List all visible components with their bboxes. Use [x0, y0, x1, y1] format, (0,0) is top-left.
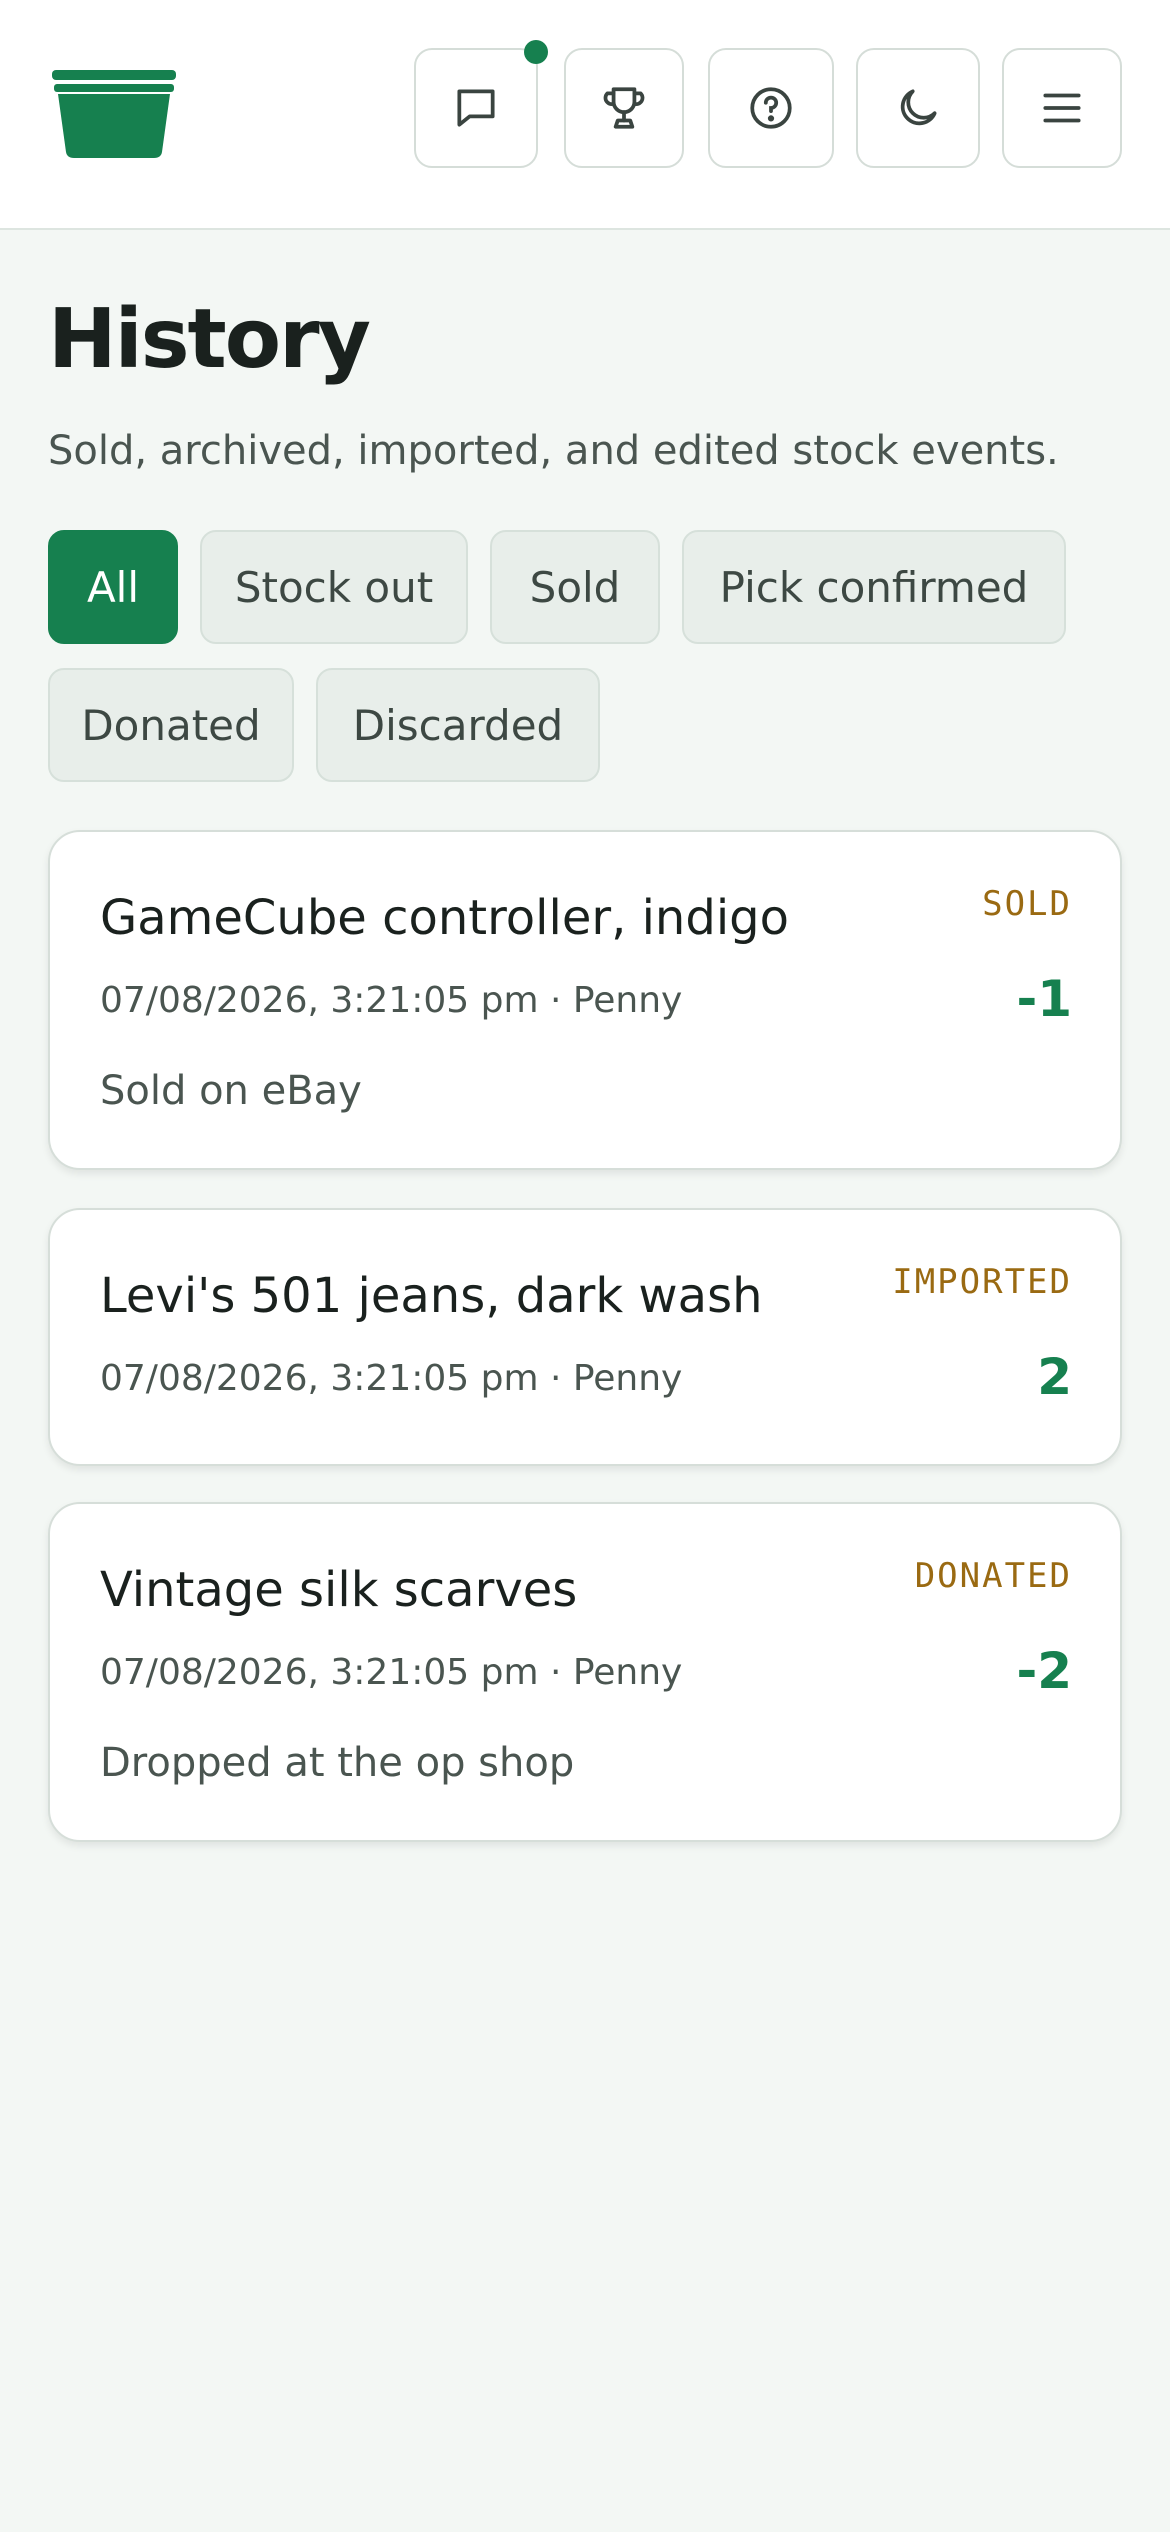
history-event-card[interactable]: Levi's 501 jeans, dark wash IMPORTED 07/…: [48, 1208, 1122, 1466]
filter-sold[interactable]: Sold: [490, 530, 660, 644]
event-item-title: GameCube controller, indigo: [100, 890, 789, 946]
trophy-icon: [603, 87, 645, 129]
event-note: Sold on eBay: [100, 1068, 362, 1114]
event-quantity: -2: [1016, 1642, 1072, 1700]
filter-discarded[interactable]: Discarded: [316, 668, 600, 782]
filter-stock-out[interactable]: Stock out: [200, 530, 468, 644]
event-type-badge: SOLD: [982, 884, 1072, 924]
notification-dot: [524, 40, 548, 64]
event-meta: 07/08/2026, 3:21:05 pm · Penny: [100, 1358, 683, 1399]
app-header: [0, 0, 1170, 230]
history-event-card[interactable]: GameCube controller, indigo SOLD 07/08/2…: [48, 830, 1122, 1170]
history-event-card[interactable]: Vintage silk scarves DONATED 07/08/2026,…: [48, 1502, 1122, 1842]
event-note: Dropped at the op shop: [100, 1740, 575, 1786]
help-circle-icon: [750, 87, 792, 129]
event-item-title: Levi's 501 jeans, dark wash: [100, 1268, 763, 1324]
event-quantity: -1: [1016, 970, 1072, 1028]
storage-bin-icon[interactable]: [52, 70, 176, 158]
filter-pick-confirmed[interactable]: Pick confirmed: [682, 530, 1066, 644]
event-type-badge: DONATED: [914, 1556, 1072, 1596]
event-type-badge: IMPORTED: [892, 1262, 1072, 1302]
page-title: History: [48, 292, 371, 387]
help-button[interactable]: [708, 48, 834, 168]
event-quantity: 2: [1037, 1348, 1072, 1406]
messages-button[interactable]: [414, 48, 538, 168]
filter-all[interactable]: All: [48, 530, 178, 644]
menu-icon: [1043, 93, 1081, 123]
message-icon: [457, 89, 495, 127]
page-subtitle: Sold, archived, imported, and edited sto…: [48, 428, 1059, 474]
event-meta: 07/08/2026, 3:21:05 pm · Penny: [100, 1652, 683, 1693]
filter-donated[interactable]: Donated: [48, 668, 294, 782]
event-item-title: Vintage silk scarves: [100, 1562, 578, 1618]
menu-button[interactable]: [1002, 48, 1122, 168]
theme-toggle-button[interactable]: [856, 48, 980, 168]
achievements-button[interactable]: [564, 48, 684, 168]
moon-icon: [900, 89, 937, 126]
event-meta: 07/08/2026, 3:21:05 pm · Penny: [100, 980, 683, 1021]
